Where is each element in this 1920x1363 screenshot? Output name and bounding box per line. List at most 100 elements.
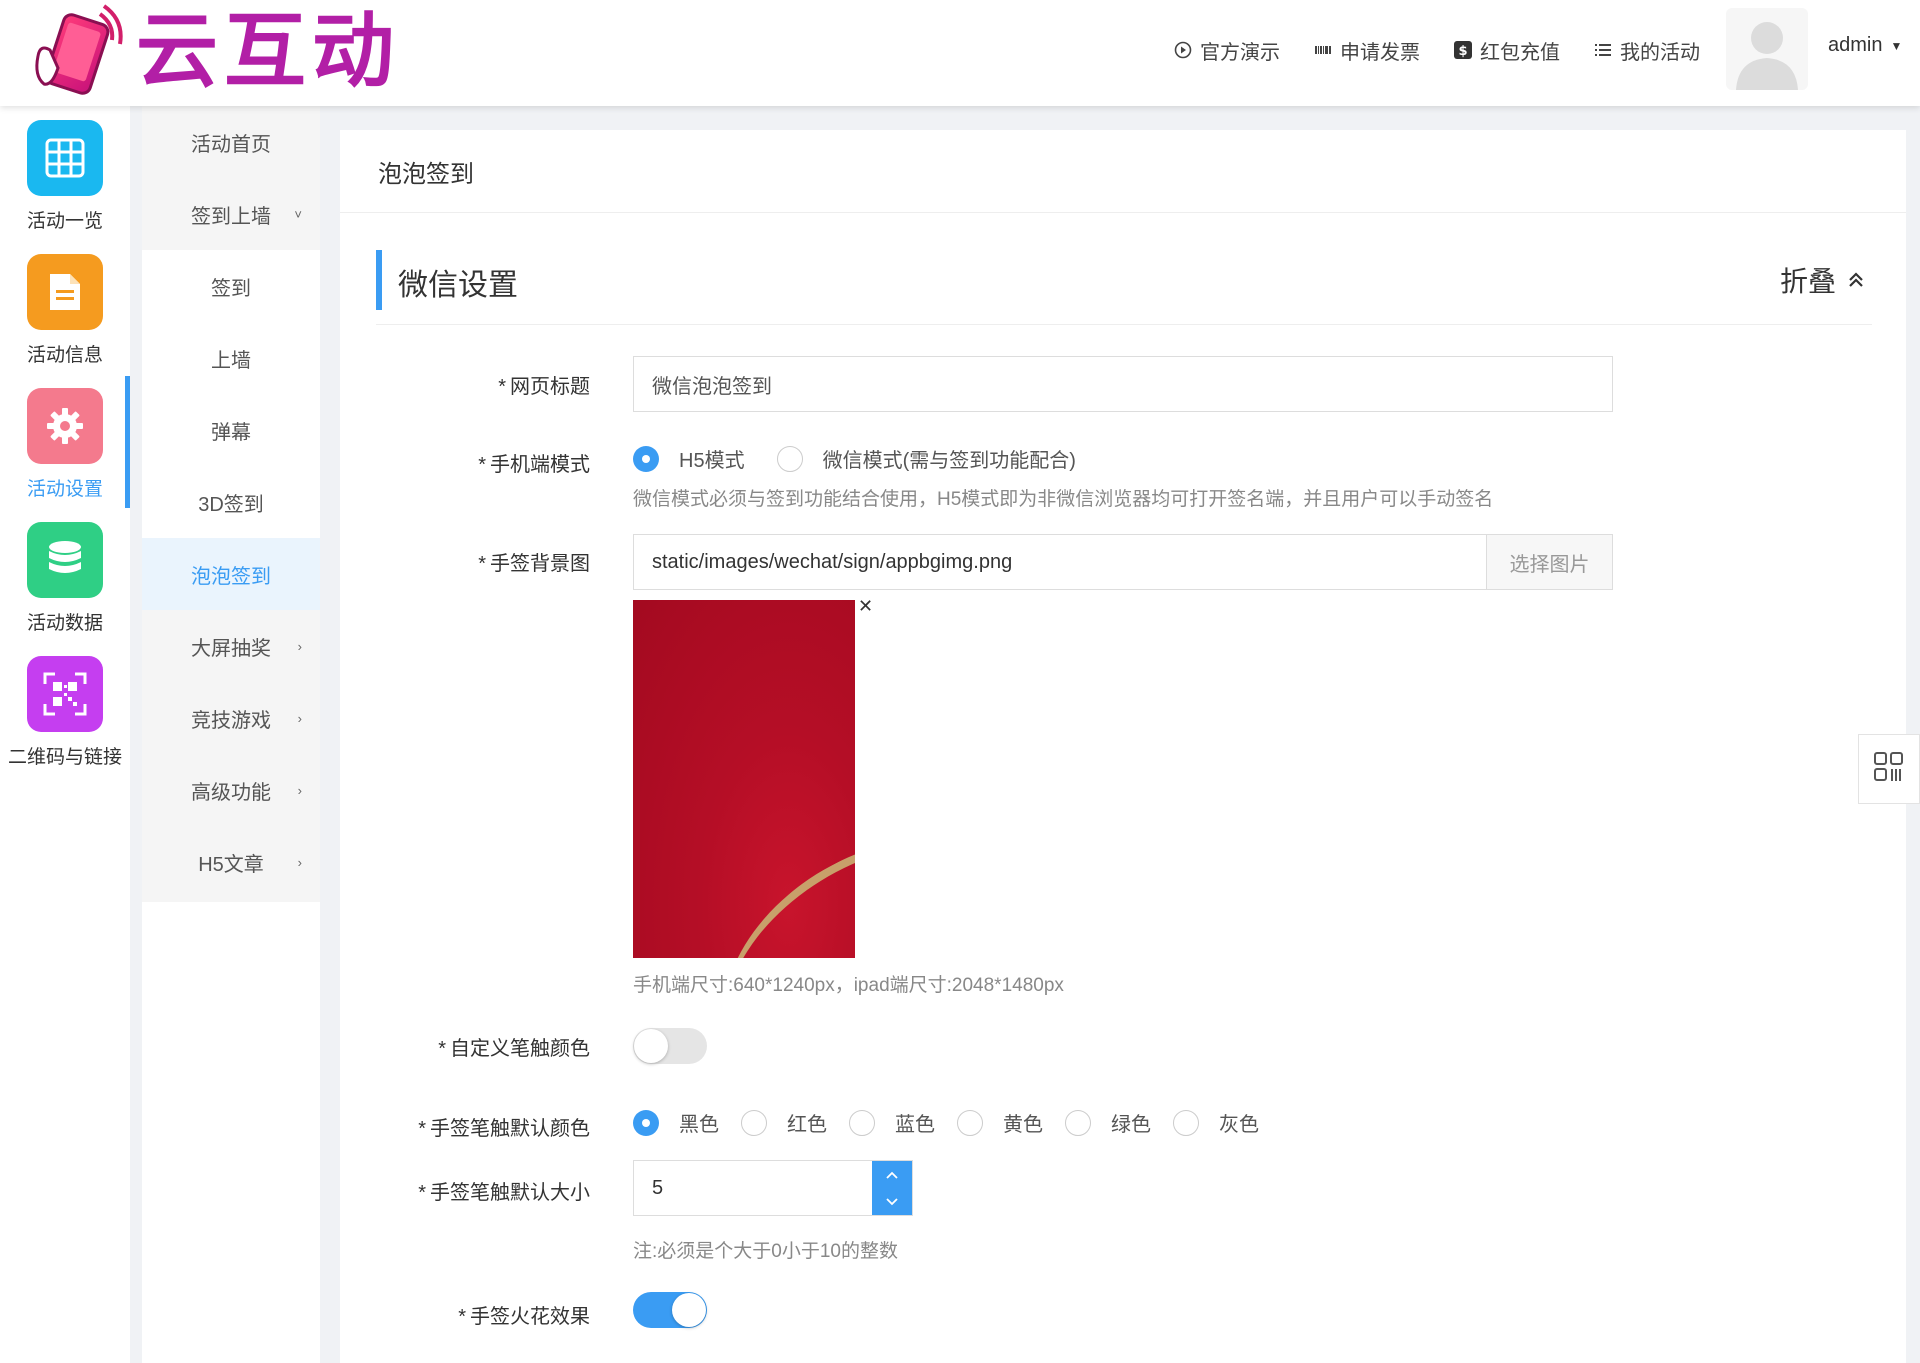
color-option-black[interactable]: 黑色	[633, 1108, 719, 1137]
subnav-item-sign-wall[interactable]: 签到上墙 ˅	[142, 178, 320, 250]
color-option-yellow[interactable]: 黄色	[957, 1108, 1043, 1137]
radio-unchecked[interactable]	[1173, 1109, 1199, 1136]
mobile-mode-option-wechat[interactable]: 微信模式(需与签到功能配合)	[776, 444, 1076, 473]
username: admin	[1828, 34, 1883, 56]
mobile-mode-option-h5[interactable]: H5模式	[633, 444, 745, 473]
top-nav: 官方演示 申请发票 $ 红包充值 我的活动	[1174, 0, 1700, 100]
label-text: 手签火花效果	[470, 1306, 590, 1328]
increment-icon[interactable]	[886, 1168, 898, 1182]
subnav-label: H5文章	[198, 853, 264, 876]
subnav-item-games[interactable]: 竞技游戏 ›	[142, 682, 320, 754]
bg-image-path[interactable]: static/images/wechat/sign/appbgimg.png	[634, 535, 1486, 589]
custom-color-toggle[interactable]	[633, 1028, 707, 1064]
subnav-item-home[interactable]: 活动首页	[142, 106, 320, 178]
topnav-recharge[interactable]: $ 红包充值	[1454, 36, 1560, 65]
stepper-buttons	[872, 1161, 912, 1215]
bg-image-help: 手机端尺寸:640*1240px，ipad端尺寸:2048*1480px	[633, 975, 1064, 996]
topnav-my-activities[interactable]: 我的活动	[1594, 36, 1700, 65]
bg-image-input: static/images/wechat/sign/appbgimg.png 选…	[633, 534, 1613, 590]
option-label: 微信模式(需与签到功能配合)	[822, 450, 1076, 472]
label-text: 手机端模式	[490, 454, 590, 476]
decrement-icon[interactable]	[886, 1195, 898, 1209]
svg-text:$: $	[1458, 44, 1467, 59]
subnav-item-wall[interactable]: 上墙	[142, 322, 320, 394]
color-option-green[interactable]: 绿色	[1065, 1108, 1151, 1137]
default-size-help: 注:必须是个大于0小于10的整数	[633, 1241, 898, 1262]
color-option-red[interactable]: 红色	[741, 1108, 827, 1137]
double-chevron-up-icon	[1848, 264, 1864, 296]
radio-unchecked[interactable]	[776, 445, 803, 472]
database-icon	[27, 522, 103, 598]
grid-icon	[27, 120, 103, 196]
avatar[interactable]	[1726, 8, 1808, 90]
subnav-item-sign[interactable]: 签到	[142, 250, 320, 322]
subnav-item-danmaku[interactable]: 弹幕	[142, 394, 320, 466]
user-menu[interactable]: admin ▼	[1828, 34, 1902, 57]
dollar-icon: $	[1454, 41, 1472, 59]
collapse-label: 折叠	[1779, 266, 1836, 297]
divider	[376, 324, 1872, 325]
collapse-toggle[interactable]: 折叠	[1780, 260, 1864, 300]
rail-item-qrcode[interactable]: 二维码与链接	[0, 642, 130, 776]
radio-checked[interactable]	[633, 445, 659, 472]
spark-effect-label: * 手签火花效果	[340, 1300, 590, 1329]
required-star: *	[478, 454, 486, 476]
rail-item-overview[interactable]: 活动一览	[0, 106, 130, 240]
required-star: *	[458, 1306, 466, 1328]
label-text: 网页标题	[510, 376, 590, 398]
page-title-field-label: * 网页标题	[340, 370, 590, 399]
rail-label-overview: 活动一览	[26, 211, 103, 232]
preview-gold-edge	[673, 780, 855, 958]
color-option-blue[interactable]: 蓝色	[849, 1108, 935, 1137]
topnav-recharge-label: 红包充值	[1480, 41, 1560, 64]
subnav-item-advanced[interactable]: 高级功能 ›	[142, 754, 320, 826]
subnav-item-h5-article[interactable]: H5文章 ›	[142, 826, 320, 898]
chevron-down-icon: ˅	[294, 206, 302, 222]
radio-unchecked[interactable]	[849, 1109, 875, 1136]
content-panel: 泡泡签到 微信设置 折叠 * 网页标题 微信泡泡签到 * 手机端模式 H5模式 微信…	[340, 130, 1906, 1363]
rail-item-settings[interactable]: 活动设置	[0, 374, 130, 508]
radio-unchecked[interactable]	[741, 1109, 767, 1136]
subnav-label: 3D签到	[198, 493, 264, 516]
rail-item-info[interactable]: 活动信息	[0, 240, 130, 374]
list-icon	[1594, 41, 1612, 59]
subnav-label: 竞技游戏	[191, 709, 271, 732]
spark-effect-toggle[interactable]	[633, 1292, 707, 1328]
phone-logo-icon	[28, 4, 124, 100]
chevron-right-icon: ›	[297, 710, 302, 726]
subnav-label: 活动首页	[191, 133, 271, 156]
radio-checked[interactable]	[633, 1109, 659, 1136]
page-title: 泡泡签到	[378, 161, 474, 188]
option-label: 黑色	[679, 1114, 719, 1136]
floating-app-button[interactable]	[1858, 734, 1920, 804]
subnav-item-3d-sign[interactable]: 3D签到	[142, 466, 320, 538]
caret-down-icon: ▼	[1890, 38, 1903, 53]
rail-item-data[interactable]: 活动数据	[0, 508, 130, 642]
default-size-input[interactable]: 5	[634, 1161, 872, 1215]
option-label: 绿色	[1111, 1114, 1151, 1136]
section-accent-bar	[376, 250, 382, 310]
default-size-stepper: 5	[633, 1160, 913, 1216]
radio-unchecked[interactable]	[1065, 1109, 1091, 1136]
option-label: 蓝色	[895, 1114, 935, 1136]
rail-label-info: 活动信息	[26, 345, 103, 366]
default-size-label: * 手签笔触默认大小	[340, 1176, 590, 1205]
gear-icon	[27, 388, 103, 464]
topnav-invoice[interactable]: 申请发票	[1314, 36, 1420, 65]
color-option-gray[interactable]: 灰色	[1173, 1108, 1259, 1137]
topnav-demo[interactable]: 官方演示	[1174, 36, 1280, 65]
apps-grid-icon	[1873, 751, 1905, 788]
rail-label-settings: 活动设置	[26, 479, 103, 500]
chevron-right-icon: ›	[297, 854, 302, 870]
toggle-knob	[634, 1029, 668, 1063]
subnav-item-lottery[interactable]: 大屏抽奖 ›	[142, 610, 320, 682]
label-text: 手签笔触默认颜色	[430, 1118, 590, 1140]
subnav-label: 签到上墙	[191, 205, 271, 228]
remove-image-icon[interactable]: ✕	[858, 596, 873, 617]
page-title-input[interactable]: 微信泡泡签到	[633, 356, 1613, 412]
radio-unchecked[interactable]	[957, 1109, 983, 1136]
app-logo[interactable]: 云互动	[28, 4, 400, 100]
subnav-item-bubble-sign[interactable]: 泡泡签到	[142, 538, 320, 610]
choose-image-button[interactable]: 选择图片	[1486, 535, 1612, 589]
divider	[340, 212, 1906, 213]
